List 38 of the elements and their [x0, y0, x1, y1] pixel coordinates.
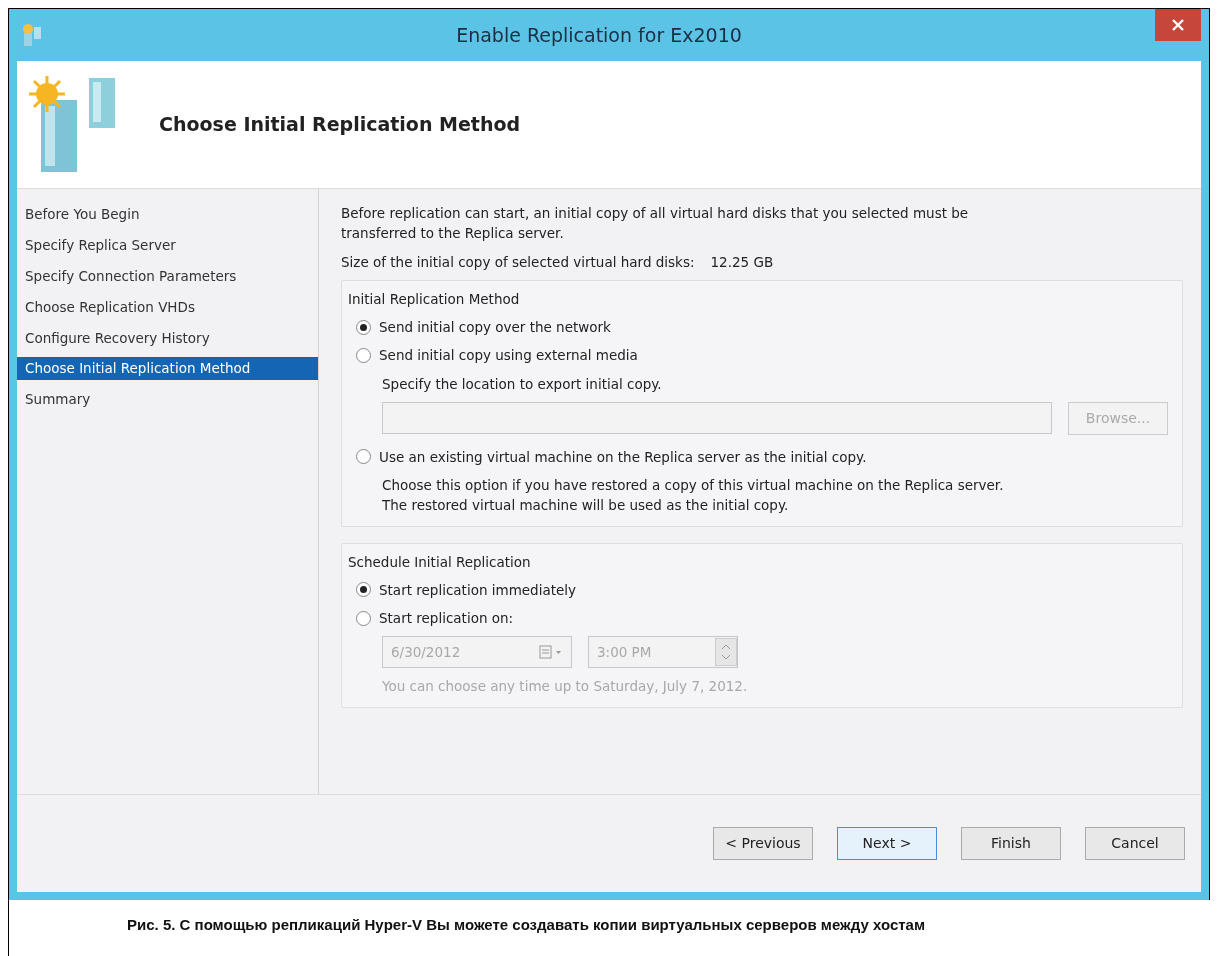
- figure-caption: Рис. 5. С помощью репликаций Hyper-V Вы можете создавать копии виртуальных серверов между хостам: [126, 915, 926, 935]
- wizard-button[interactable]: < Previous: [713, 827, 813, 860]
- radio-label[interactable]: Start replication immediately: [379, 579, 577, 600]
- wizard-button[interactable]: Cancel: [1085, 827, 1185, 860]
- radio-button[interactable]: [356, 449, 371, 465]
- close-button[interactable]: [1155, 9, 1201, 41]
- size-label: Size of the initial copy of selected virtual hard disks:: [341, 252, 695, 272]
- wizard-step[interactable]: Choose Replication VHDs: [17, 295, 318, 319]
- close-icon: [1172, 19, 1184, 31]
- wizard-step[interactable]: Configure Recovery History: [17, 326, 318, 350]
- radio-button[interactable]: [356, 610, 371, 626]
- window-title: Enable Replication for Ex2010: [456, 23, 742, 46]
- page-heading: Choose Initial Replication Method: [159, 112, 521, 138]
- wizard-button[interactable]: Next >: [837, 827, 937, 860]
- hint-text: You can choose any time up to Saturday, July 7, 2012.: [382, 677, 749, 697]
- time-value: 3:00 PM: [597, 643, 653, 663]
- intro-text: Before replication can start, an initial copy of all virtual hard disks that you selected must be transferred to the Replica server.: [341, 204, 970, 244]
- radio-button[interactable]: [356, 582, 371, 598]
- wizard-step[interactable]: Summary: [17, 388, 318, 412]
- wizard-step[interactable]: Specify Connection Parameters: [17, 264, 318, 288]
- option-description: Specify the location to export initial copy.: [382, 374, 663, 394]
- calendar-icon: [539, 645, 563, 660]
- wizard-step[interactable]: Choose Initial Replication Method: [17, 357, 318, 381]
- size-value: 12.25 GB: [710, 252, 774, 272]
- radio-label[interactable]: Use an existing virtual machine on the Replica server as the initial copy.: [379, 446, 867, 467]
- date-value: 6/30/2012: [391, 643, 462, 663]
- radio-label[interactable]: Send initial copy over the network: [379, 317, 611, 338]
- wizard-step[interactable]: Specify Replica Server: [17, 233, 318, 257]
- group-title: Schedule Initial Replication: [348, 552, 532, 572]
- radio-button[interactable]: [356, 319, 371, 335]
- app-icon: [21, 22, 43, 48]
- radio-button[interactable]: [356, 347, 371, 363]
- radio-label[interactable]: Start replication on:: [379, 608, 514, 629]
- radio-label[interactable]: Send initial copy using external media: [379, 345, 638, 366]
- option-description: Choose this option if you have restored a copy of this virtual machine on the Replica server. The restored virtual machine will be used as the initial copy.: [382, 476, 1005, 516]
- group-title: Initial Replication Method: [348, 289, 521, 309]
- wizard-button[interactable]: Finish: [961, 827, 1061, 860]
- wizard-step[interactable]: Before You Begin: [17, 203, 318, 226]
